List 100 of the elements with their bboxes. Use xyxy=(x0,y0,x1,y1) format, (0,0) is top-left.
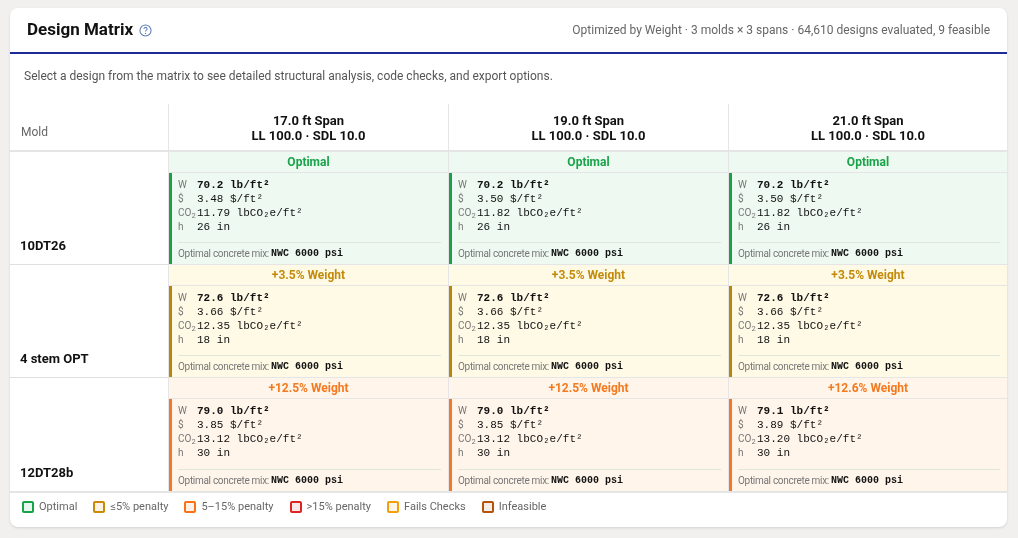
span-heading: 21.0 ft Span xyxy=(832,113,904,128)
metric-value: 3.50 $/ft² xyxy=(757,193,823,205)
metric-label: h xyxy=(178,448,185,458)
mix-label: Optimal concrete mix: xyxy=(738,474,829,488)
metric-value: 79.0 lb/ft² xyxy=(197,405,270,417)
status-label: Optimal xyxy=(449,152,728,173)
design-card[interactable]: W 72.6 lb/ft² $ 3.66 $/ft² CO$_{2}$ 12.35 lbCO₂e/ft² h 18 in Optimal concrete mix: NWC 6000 psi xyxy=(729,286,1007,377)
mix-label: Optimal concrete mix: xyxy=(458,474,549,488)
metric-label: CO$_{2}$ xyxy=(178,321,197,331)
metric-label: $ xyxy=(178,194,185,204)
metric-value: 12.35 lbCO₂e/ft² xyxy=(197,320,303,332)
metric-value: 72.6 lb/ft² xyxy=(757,292,830,304)
metric-value: 72.6 lb/ft² xyxy=(197,292,270,304)
metric-label: W xyxy=(738,180,748,190)
legend-label: Fails Checks xyxy=(404,498,466,515)
mix-value: NWC 6000 psi xyxy=(550,360,623,374)
mold-name: 4 stem OPT xyxy=(20,349,89,368)
metric-label: W xyxy=(178,406,188,416)
metric-label: W xyxy=(178,293,188,303)
metric-label: W xyxy=(458,180,468,190)
metric-label: h xyxy=(458,335,465,345)
design-card[interactable]: W 70.2 lb/ft² $ 3.48 $/ft² CO$_{2}$ 11.79 lbCO₂e/ft² h 26 in Optimal concrete mix: NWC 6000 psi xyxy=(169,173,448,264)
legend-label: Infeasible xyxy=(498,498,547,515)
mix-label: Optimal concrete mix: xyxy=(178,474,269,488)
mold-name: 10DT26 xyxy=(20,236,66,255)
status-label: +12.6% Weight xyxy=(729,378,1007,399)
mix-value: NWC 6000 psi xyxy=(270,247,343,261)
metric-value: 70.2 lb/ft² xyxy=(757,179,830,191)
metric-label: W xyxy=(738,406,748,416)
metric-value: 13.20 lbCO₂e/ft² xyxy=(757,433,863,445)
metric-label: CO$_{2}$ xyxy=(178,434,197,444)
metric-label: $ xyxy=(738,307,745,317)
design-card[interactable]: W 70.2 lb/ft² $ 3.50 $/ft² CO$_{2}$ 11.82 lbCO₂e/ft² h 26 in Optimal concrete mix: NWC 6000 psi xyxy=(449,173,728,264)
metric-value: 3.66 $/ft² xyxy=(197,306,263,318)
metric-value: 18 in xyxy=(757,334,790,346)
mix-value: NWC 6000 psi xyxy=(270,474,343,488)
metric-value: 13.12 lbCO₂e/ft² xyxy=(477,433,583,445)
metric-value: 3.66 $/ft² xyxy=(477,306,543,318)
metric-label: h xyxy=(738,222,745,232)
metric-label: $ xyxy=(738,194,745,204)
design-card[interactable]: W 72.6 lb/ft² $ 3.66 $/ft² CO$_{2}$ 12.35 lbCO₂e/ft² h 18 in Optimal concrete mix: NWC 6000 psi xyxy=(449,286,728,377)
metric-value: 3.66 $/ft² xyxy=(757,306,823,318)
metric-value: 3.50 $/ft² xyxy=(477,193,543,205)
metric-label: CO$_{2}$ xyxy=(458,434,477,444)
metric-label: h xyxy=(458,222,465,232)
metric-label: W xyxy=(738,293,748,303)
mix-label: Optimal concrete mix: xyxy=(738,360,829,374)
status-label: Optimal xyxy=(729,152,1007,173)
metric-value: 79.1 lb/ft² xyxy=(757,405,830,417)
summary-text: Optimized by Weight · 3 molds × 3 spans · 64,610 designs evaluated, 9 feasible xyxy=(572,22,990,39)
metric-value: 18 in xyxy=(477,334,510,346)
design-card[interactable]: W 70.2 lb/ft² $ 3.50 $/ft² CO$_{2}$ 11.82 lbCO₂e/ft² h 26 in Optimal concrete mix: NWC 6000 psi xyxy=(729,173,1007,264)
metric-label: CO$_{2}$ xyxy=(738,208,757,218)
metric-label: W xyxy=(178,180,188,190)
metric-label: $ xyxy=(738,420,745,430)
metric-value: 26 in xyxy=(197,221,230,233)
metric-value: 30 in xyxy=(197,447,230,459)
design-card[interactable]: W 72.6 lb/ft² $ 3.66 $/ft² CO$_{2}$ 12.35 lbCO₂e/ft² h 18 in Optimal concrete mix: NWC 6000 psi xyxy=(169,286,448,377)
design-card[interactable]: W 79.0 lb/ft² $ 3.85 $/ft² CO$_{2}$ 13.12 lbCO₂e/ft² h 30 in Optimal concrete mix: NWC 6000 psi xyxy=(169,399,448,491)
metric-label: h xyxy=(738,448,745,458)
metric-value: 79.0 lb/ft² xyxy=(477,405,550,417)
design-card[interactable]: W 79.1 lb/ft² $ 3.89 $/ft² CO$_{2}$ 13.20 lbCO₂e/ft² h 30 in Optimal concrete mix: NWC 6000 psi xyxy=(729,399,1007,491)
status-label: +3.5% Weight xyxy=(169,265,448,286)
metric-value: 26 in xyxy=(477,221,510,233)
status-label: +3.5% Weight xyxy=(449,265,728,286)
metric-value: 70.2 lb/ft² xyxy=(477,179,550,191)
mix-value: NWC 6000 psi xyxy=(270,360,343,374)
metric-label: h xyxy=(458,448,465,458)
legend-label: ≤5% penalty xyxy=(110,498,169,515)
mold-name: 12DT28b xyxy=(20,463,74,482)
metric-label: h xyxy=(178,335,185,345)
metric-value: 3.85 $/ft² xyxy=(197,419,263,431)
mix-value: NWC 6000 psi xyxy=(830,360,903,374)
mix-value: NWC 6000 psi xyxy=(550,474,623,488)
metric-label: CO$_{2}$ xyxy=(178,208,197,218)
span-heading: 17.0 ft Span xyxy=(272,113,345,128)
card-title: Design Matrix xyxy=(27,18,134,42)
mix-label: Optimal concrete mix: xyxy=(178,360,269,374)
metric-value: 3.89 $/ft² xyxy=(757,419,823,431)
metric-value: 26 in xyxy=(757,221,790,233)
load-text: LL 100.0 · SDL 10.0 xyxy=(251,128,366,143)
metric-value: 3.48 $/ft² xyxy=(197,193,263,205)
metric-value: 30 in xyxy=(477,447,510,459)
metric-label: $ xyxy=(458,307,465,317)
metric-value: 30 in xyxy=(757,447,790,459)
metric-label: h xyxy=(738,335,745,345)
metric-label: W xyxy=(458,406,468,416)
help-icon[interactable] xyxy=(139,23,153,37)
metric-value: 11.79 lbCO₂e/ft² xyxy=(197,207,303,219)
metric-label: $ xyxy=(458,420,465,430)
description-text: Select a design from the matrix to see detailed structural analysis, code checks, and export options. xyxy=(24,69,553,83)
metric-label: $ xyxy=(178,307,185,317)
metric-value: 11.82 lbCO₂e/ft² xyxy=(757,207,863,219)
legend-label: >15% penalty xyxy=(306,498,371,515)
status-label: +12.5% Weight xyxy=(169,378,448,399)
design-card[interactable]: W 79.0 lb/ft² $ 3.85 $/ft² CO$_{2}$ 13.12 lbCO₂e/ft² h 30 in Optimal concrete mix: NWC 6000 psi xyxy=(449,399,728,491)
metric-label: $ xyxy=(458,194,465,204)
mix-label: Optimal concrete mix: xyxy=(738,247,829,261)
metric-label: CO$_{2}$ xyxy=(458,321,477,331)
metric-value: 12.35 lbCO₂e/ft² xyxy=(757,320,863,332)
